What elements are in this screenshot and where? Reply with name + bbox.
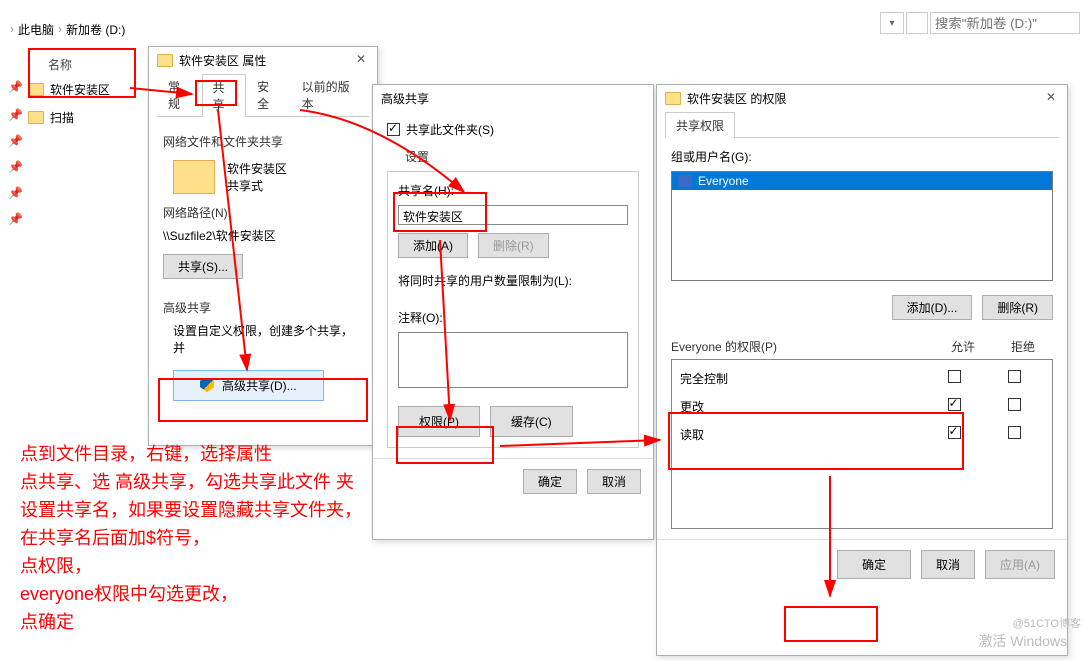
pin-icon: 📌	[8, 160, 23, 174]
dropdown-button[interactable]: ▾	[880, 12, 904, 34]
share-folder-name: 软件安装区	[227, 160, 287, 177]
tab-bar: 常规 共享 安全 以前的版本	[157, 73, 369, 117]
apply-button[interactable]: 应用(A)	[985, 550, 1055, 579]
chevron-icon: ›	[58, 22, 62, 36]
tab-bar: 共享权限	[665, 111, 1059, 138]
allow-checkbox[interactable]	[948, 370, 961, 383]
share-state: 共享式	[227, 177, 287, 194]
annotation-line: 点权限，	[20, 552, 362, 580]
section-title: 网络文件和文件夹共享	[163, 133, 363, 150]
advanced-share-title: 高级共享	[163, 299, 363, 316]
remove-user-button[interactable]: 删除(R)	[982, 295, 1053, 320]
annotation-box	[668, 412, 964, 470]
deny-checkbox[interactable]	[1008, 398, 1021, 411]
user-name: Everyone	[698, 174, 749, 188]
permissions-dialog: 软件安装区 的权限 ✕ 共享权限 组或用户名(G): Everyone 添加(D…	[656, 84, 1068, 656]
annotation-box	[784, 606, 878, 642]
pin-icon: 📌	[8, 212, 23, 226]
advanced-sharing-dialog: 高级共享 共享此文件夹(S) 设置 共享名(H): 软件安装区 添加(A) 删除…	[372, 84, 654, 540]
user-listbox[interactable]: Everyone	[671, 171, 1053, 281]
limit-label: 将同时共享的用户数量限制为(L):	[398, 272, 628, 289]
dialog-title: 高级共享	[381, 90, 429, 107]
pin-icon: 📌	[8, 108, 23, 122]
share-checkbox-row[interactable]: 共享此文件夹(S)	[387, 121, 639, 138]
folder-icon	[665, 92, 681, 105]
comment-field[interactable]	[398, 332, 628, 388]
cache-button[interactable]: 缓存(C)	[490, 406, 573, 437]
netpath-value: \\Suzfile2\软件安装区	[163, 227, 363, 244]
pin-icon: 📌	[8, 186, 23, 200]
share-checkbox-label: 共享此文件夹(S)	[406, 121, 494, 138]
ok-button[interactable]: 确定	[523, 469, 577, 494]
annotation-box	[393, 192, 487, 232]
share-button[interactable]: 共享(S)...	[163, 254, 243, 279]
deny-checkbox[interactable]	[1008, 426, 1021, 439]
chevron-down-icon: ▾	[889, 18, 894, 29]
folder-icon	[173, 160, 215, 194]
remove-button: 删除(R)	[478, 233, 549, 258]
add-user-button[interactable]: 添加(D)...	[892, 295, 973, 320]
tab-security[interactable]: 安全	[246, 73, 291, 116]
annotation-line: everyone权限中勾选更改，	[20, 580, 362, 608]
search-input[interactable]	[930, 12, 1080, 34]
checkbox-icon[interactable]	[387, 123, 400, 136]
allow-header: 允许	[933, 338, 993, 355]
annotation-box	[158, 378, 368, 422]
pin-icon: 📌	[8, 80, 23, 94]
cancel-button[interactable]: 取消	[587, 469, 641, 494]
deny-checkbox[interactable]	[1008, 370, 1021, 383]
annotation-line: 点确定	[20, 608, 362, 636]
perm-name: 完全控制	[680, 370, 924, 387]
annotation-line: 点到文件目录，右键，选择属性	[20, 440, 362, 468]
netpath-label: 网络路径(N):	[163, 204, 363, 221]
annotation-line: 在共享名后面加$符号，	[20, 524, 362, 552]
dialog-titlebar[interactable]: 软件安装区 的权限 ✕	[657, 85, 1067, 111]
watermark: 激活 Windows	[978, 631, 1067, 651]
chevron-icon: ›	[10, 22, 14, 36]
deny-header: 拒绝	[993, 338, 1053, 355]
folder-icon	[28, 111, 44, 124]
annotation-box	[195, 80, 237, 106]
tab-previous[interactable]: 以前的版本	[291, 73, 369, 116]
ok-button[interactable]: 确定	[837, 550, 911, 579]
annotation-box	[28, 48, 136, 98]
dialog-title: 软件安装区 属性	[179, 52, 266, 69]
allow-checkbox[interactable]	[948, 398, 961, 411]
user-item[interactable]: Everyone	[672, 172, 1052, 190]
groups-label: 组或用户名(G):	[671, 148, 1053, 165]
close-icon[interactable]: ✕	[1043, 90, 1059, 106]
annotation-box	[396, 426, 494, 464]
folder-name: 扫描	[50, 109, 74, 126]
cancel-button[interactable]: 取消	[921, 550, 975, 579]
dialog-titlebar[interactable]: 软件安装区 属性 ✕	[149, 47, 377, 73]
people-icon	[678, 175, 692, 187]
advanced-share-desc: 设置自定义权限，创建多个共享，并	[173, 322, 363, 356]
breadcrumb-part[interactable]: 新加卷 (D:)	[66, 21, 125, 38]
annotation-line: 点共享、选 高级共享，勾选共享此文件 夹	[20, 468, 362, 496]
dialog-titlebar[interactable]: 高级共享	[373, 85, 653, 111]
folder-row[interactable]: 扫描	[28, 106, 110, 128]
annotation-text: 点到文件目录，右键，选择属性 点共享、选 高级共享，勾选共享此文件 夹 设置共享…	[20, 440, 362, 636]
dialog-title: 软件安装区 的权限	[687, 90, 786, 107]
pin-icon: 📌	[8, 134, 23, 148]
add-button[interactable]: 添加(A)	[398, 233, 468, 258]
refresh-button[interactable]	[906, 12, 928, 34]
tab-share-permissions[interactable]: 共享权限	[665, 112, 735, 138]
settings-label: 设置	[405, 148, 639, 165]
annotation-line: 设置共享名，如果要设置隐藏共享文件夹，	[20, 496, 362, 524]
comment-label: 注释(O):	[398, 309, 628, 326]
folder-icon	[157, 54, 173, 67]
close-icon[interactable]: ✕	[353, 52, 369, 68]
permissions-for-label: Everyone 的权限(P)	[671, 338, 933, 355]
watermark-source: @51CTO博客	[1013, 615, 1081, 631]
perm-row-full: 完全控制	[680, 364, 1044, 392]
breadcrumb-part[interactable]: 此电脑	[18, 21, 54, 38]
